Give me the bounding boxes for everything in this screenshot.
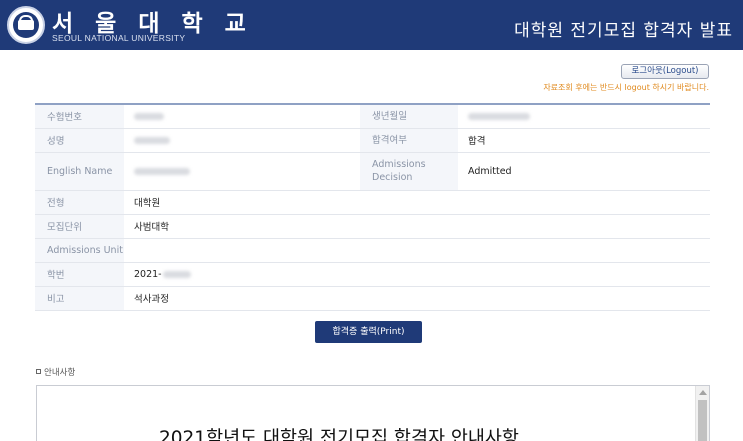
table-row: Admissions Unit [35, 238, 710, 263]
page-title: 대학원 전기모집 합격자 발표 [514, 21, 733, 41]
logout-button[interactable]: 로그아웃(Logout) [621, 64, 709, 79]
table-row: 전형 대학원 [35, 190, 710, 215]
name-value [124, 128, 360, 153]
table-row: 모집단위 사범대학 [35, 214, 710, 239]
remark-label: 비고 [35, 286, 124, 311]
site-header: 서 울 대 학 교 SEOUL NATIONAL UNIVERSITY 대학원 … [0, 0, 743, 50]
redacted-value [134, 167, 190, 175]
table-row: 학번 2021- [35, 262, 710, 287]
notice-label-text: 안내사항 [44, 368, 76, 378]
redacted-value [162, 270, 191, 278]
remark-value: 석사과정 [124, 286, 710, 311]
unit-label: 모집단위 [35, 214, 124, 239]
track-value: 대학원 [124, 190, 710, 215]
notice-section-label: 안내사항 [36, 366, 75, 378]
student-id-label: 학번 [35, 262, 124, 287]
name-label: 성명 [35, 128, 124, 153]
scroll-thumb[interactable] [698, 400, 707, 441]
english-name-label: English Name [35, 152, 124, 191]
table-row: 수험번호 생년월일 [35, 103, 710, 129]
print-button[interactable]: 합격증 출력(Print) [315, 321, 422, 343]
redacted-value [134, 112, 164, 120]
redacted-value [468, 112, 530, 120]
unit-value: 사범대학 [124, 214, 710, 239]
exam-number-value [124, 103, 360, 129]
admissions-unit-label: Admissions Unit [35, 238, 124, 263]
english-name-value [124, 152, 360, 191]
scroll-up-arrow-icon[interactable] [699, 390, 707, 395]
university-name-english: SEOUL NATIONAL UNIVERSITY [52, 33, 186, 43]
table-row: English Name Admissions Decision Admitte… [35, 152, 710, 191]
logout-notice: 자료조회 후에는 반드시 logout 하시기 바랍니다. [543, 83, 709, 92]
student-id-value: 2021- [124, 262, 710, 287]
university-emblem-icon [7, 6, 45, 44]
birth-date-value [458, 103, 710, 129]
admissions-decision-label: Admissions Decision [360, 152, 458, 191]
notice-heading: 2021학년도 대학원 전기모집 합격자 안내사항 [159, 428, 519, 441]
notice-scroll-box[interactable]: 2021학년도 대학원 전기모집 합격자 안내사항 [36, 385, 710, 441]
admissions-unit-value [124, 238, 710, 263]
result-label: 합격여부 [360, 128, 458, 153]
vertical-scrollbar[interactable] [695, 386, 709, 441]
admissions-decision-value: Admitted [458, 152, 710, 191]
redacted-value [134, 136, 170, 144]
bullet-icon [36, 369, 41, 374]
applicant-info-table: 수험번호 생년월일 성명 합격여부 합격 English Name Admiss… [35, 103, 710, 311]
student-id-prefix: 2021- [134, 268, 162, 280]
track-label: 전형 [35, 190, 124, 215]
result-value: 합격 [458, 128, 710, 153]
table-row: 비고 석사과정 [35, 286, 710, 311]
birth-date-label: 생년월일 [360, 103, 458, 129]
table-row: 성명 합격여부 합격 [35, 128, 710, 153]
exam-number-label: 수험번호 [35, 103, 124, 129]
